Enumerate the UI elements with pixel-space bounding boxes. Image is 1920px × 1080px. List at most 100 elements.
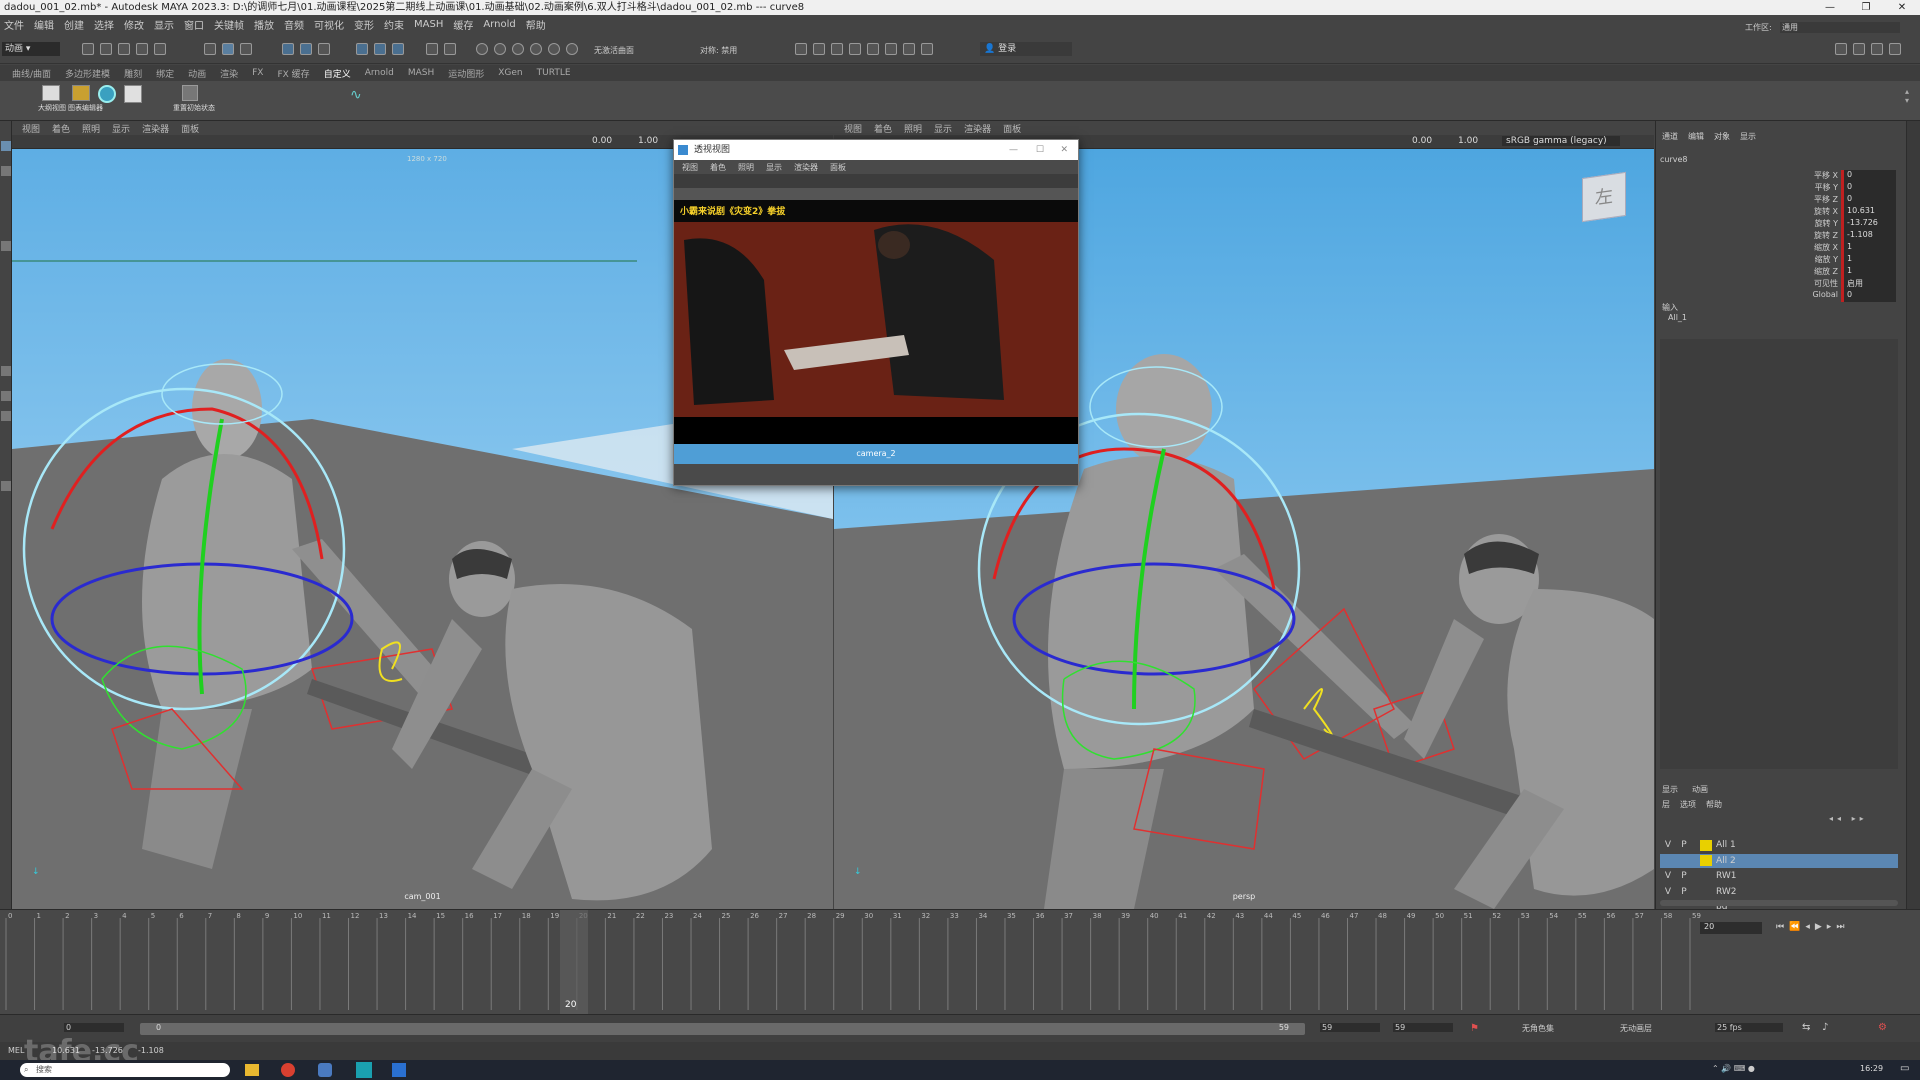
render-setup-icon[interactable] [885, 43, 897, 55]
mask-joints-icon[interactable] [374, 43, 386, 55]
channel-row[interactable]: 缩放 Y1 [1781, 254, 1920, 266]
taskbar-search[interactable]: ⌕ 搜索 [20, 1063, 230, 1077]
paint-select-icon[interactable] [240, 43, 252, 55]
menu-windows[interactable]: 窗口 [184, 17, 204, 32]
shelf-tab-rigging[interactable]: 绑定 [156, 67, 174, 80]
character-set-dropdown[interactable]: 无角色集 [1522, 1023, 1602, 1034]
range-slider-bar[interactable]: 0 59 [140, 1023, 1305, 1035]
menu-create[interactable]: 创建 [64, 17, 84, 32]
step-back-key-icon[interactable]: ⏪ [1789, 922, 1805, 932]
open-scene-icon[interactable] [100, 43, 112, 55]
menu-edit[interactable]: 编辑 [34, 17, 54, 32]
notification-icon[interactable]: ▭ [1900, 1063, 1909, 1074]
layer-visibility-toggle[interactable]: V [1660, 840, 1676, 850]
app-icon-blue[interactable] [318, 1063, 332, 1077]
channel-value[interactable]: 1 [1841, 242, 1896, 254]
channel-row[interactable]: 缩放 X1 [1781, 242, 1920, 254]
rw-menu-panels[interactable]: 面板 [830, 162, 846, 173]
layer-playback-toggle[interactable]: P [1676, 887, 1692, 897]
ref-maximize-icon[interactable]: ☐ [1036, 140, 1044, 160]
rw-menu-view[interactable]: 视图 [682, 162, 698, 173]
pick-mask-icon[interactable] [356, 43, 368, 55]
maximize-button[interactable]: ❐ [1848, 0, 1884, 15]
menu-cache[interactable]: 缓存 [453, 17, 473, 32]
attribute-editor-icon[interactable] [1853, 43, 1865, 55]
rv-menu-panels[interactable]: 面板 [1003, 122, 1021, 135]
mask-curves-icon[interactable] [392, 43, 404, 55]
shelf-tab-sculpt[interactable]: 雕刻 [124, 67, 142, 80]
reset-pose-icon[interactable] [182, 85, 198, 101]
render-current-icon[interactable] [831, 43, 843, 55]
hypershade-icon[interactable] [867, 43, 879, 55]
channel-value[interactable]: -1.108 [1841, 230, 1896, 242]
current-frame-field[interactable]: 20 [1700, 922, 1762, 934]
channel-row[interactable]: 旋转 Z -1.108 [1781, 230, 1920, 242]
persp-outliner-icon[interactable] [1, 411, 11, 421]
rv-menu-renderer[interactable]: 渲染器 [964, 122, 991, 135]
graph-editor-icon[interactable] [72, 85, 90, 101]
menu-audio[interactable]: 音频 [284, 17, 304, 32]
play-icon[interactable]: ▶ [1815, 922, 1827, 932]
channel-value[interactable]: 启用 [1841, 278, 1896, 290]
lv-menu-renderer[interactable]: 渲染器 [142, 122, 169, 135]
lv-menu-panels[interactable]: 面板 [181, 122, 199, 135]
reference-panel-window[interactable]: 透视视图 — ☐ ✕ 视图 着色 照明 显示 渲染器 面板 小霸来说剧《灾变2》… [673, 139, 1079, 486]
layer-color-swatch[interactable] [1700, 839, 1712, 851]
channel-value[interactable]: -13.726 [1841, 218, 1896, 230]
select-hierarchy-icon[interactable] [282, 43, 294, 55]
playback-end-field[interactable]: 59 [1320, 1023, 1380, 1032]
lv-menu-view[interactable]: 视图 [22, 122, 40, 135]
shelf-tab-arnold[interactable]: Arnold [365, 68, 394, 78]
layer-list-scrollbar[interactable] [1660, 900, 1898, 906]
snap-grid-icon[interactable] [476, 43, 488, 55]
chrome-icon[interactable] [281, 1063, 295, 1077]
layer-visibility-toggle[interactable]: V [1660, 871, 1676, 881]
shelf-scroll-icon[interactable]: ▴ ▾ [1905, 87, 1913, 115]
select-component-icon[interactable] [318, 43, 330, 55]
step-forward-frame-icon[interactable]: ▸ [1827, 922, 1837, 932]
live-surface-label[interactable]: 无激活曲面 [594, 45, 634, 56]
single-view-icon[interactable] [1, 366, 11, 376]
rv-menu-shading[interactable]: 着色 [874, 122, 892, 135]
rv-menu-lighting[interactable]: 照明 [904, 122, 922, 135]
channel-value[interactable]: 0 [1841, 194, 1896, 206]
channel-box-toggle-icon[interactable] [1889, 43, 1901, 55]
menu-file[interactable]: 文件 [4, 17, 24, 32]
channel-value[interactable]: 0 [1841, 182, 1896, 194]
channel-value[interactable]: 0 [1841, 290, 1896, 302]
close-button[interactable]: ✕ [1884, 0, 1920, 15]
snap-surface-icon[interactable] [548, 43, 560, 55]
lv-menu-lighting[interactable]: 照明 [82, 122, 100, 135]
layer-playback-toggle[interactable]: P [1676, 871, 1692, 881]
channel-row[interactable]: 可见性 启用 [1781, 278, 1920, 290]
app-icon-mail[interactable] [392, 1063, 406, 1077]
shelf-tab-animation[interactable]: 动画 [188, 67, 206, 80]
layer-tab-display[interactable]: 显示 [1662, 784, 1678, 798]
channel-row[interactable]: 平移 X0 [1781, 170, 1920, 182]
channel-row[interactable]: 缩放 Z1 [1781, 266, 1920, 278]
channel-value[interactable]: 0 [1841, 170, 1896, 182]
menu-mash[interactable]: MASH [414, 19, 443, 30]
new-scene-icon[interactable] [82, 43, 94, 55]
lock-icon[interactable] [426, 43, 438, 55]
lv-exposure-field[interactable]: 0.00 [592, 136, 612, 146]
rv-menu-view[interactable]: 视图 [844, 122, 862, 135]
menu-display[interactable]: 显示 [154, 17, 174, 32]
reset-cube-icon[interactable] [124, 85, 142, 103]
channel-row[interactable]: 旋转 X 10.631 [1781, 206, 1920, 218]
four-view-icon[interactable] [1, 391, 11, 401]
modeling-toolkit-icon[interactable] [1835, 43, 1847, 55]
lv-menu-shading[interactable]: 着色 [52, 122, 70, 135]
shelf-tab-xgen[interactable]: XGen [498, 68, 522, 78]
channel-value[interactable]: 10.631 [1841, 206, 1896, 218]
shelf-tab-mash[interactable]: MASH [408, 68, 434, 78]
light-editor-icon[interactable] [903, 43, 915, 55]
rw-menu-show[interactable]: 显示 [766, 162, 782, 173]
menu-deform[interactable]: 变形 [354, 17, 374, 32]
shelf-tab-fx-cache[interactable]: FX 缓存 [277, 67, 309, 80]
mel-label[interactable]: MEL [8, 1046, 24, 1055]
shelf-tab-poly[interactable]: 多边形建模 [65, 67, 110, 80]
layout-icon[interactable] [1, 481, 11, 491]
layer-menu-options[interactable]: 选项 [1680, 799, 1696, 811]
channel-value[interactable]: 1 [1841, 266, 1896, 278]
